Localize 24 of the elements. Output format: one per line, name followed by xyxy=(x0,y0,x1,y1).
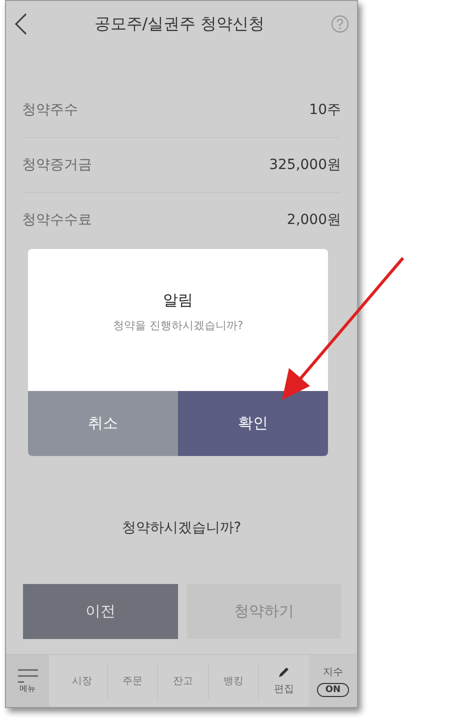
edit-button[interactable]: 편집 xyxy=(259,655,309,707)
field-label: 청약수수료 xyxy=(22,211,92,230)
field-value: 2,000원 xyxy=(286,211,341,230)
index-label: 지수 xyxy=(323,666,343,680)
cancel-button[interactable]: 취소 xyxy=(28,391,178,456)
pencil-icon xyxy=(278,666,290,678)
field-label: 청약증거금 xyxy=(22,156,92,174)
dialog-message: 청약을 진행하시겠습니까? xyxy=(112,318,244,334)
field-value: 10주 xyxy=(309,100,341,120)
nav-tab[interactable]: 시장 xyxy=(57,663,108,699)
page-title: 공모주/실권주 청약신청 xyxy=(93,12,266,34)
index-toggle[interactable]: ON xyxy=(317,682,349,698)
menu-button[interactable]: 메뉴 xyxy=(6,655,49,707)
confirm-button[interactable]: 확인 xyxy=(178,391,328,456)
menu-icon xyxy=(16,669,38,683)
nav-tab[interactable]: 뱅킹 xyxy=(208,663,259,699)
previous-button[interactable]: 이전 xyxy=(23,584,178,639)
field-label: 청약주수 xyxy=(22,100,78,120)
field-value: 325,000원 xyxy=(269,156,341,174)
confirm-question: 청약하시겠습니까? xyxy=(120,518,242,538)
dialog-title: 알림 xyxy=(162,290,194,311)
nav-tab[interactable]: 잔고 xyxy=(158,663,208,699)
nav-tab[interactable]: 주문 xyxy=(108,663,158,699)
back-icon[interactable] xyxy=(14,12,28,34)
